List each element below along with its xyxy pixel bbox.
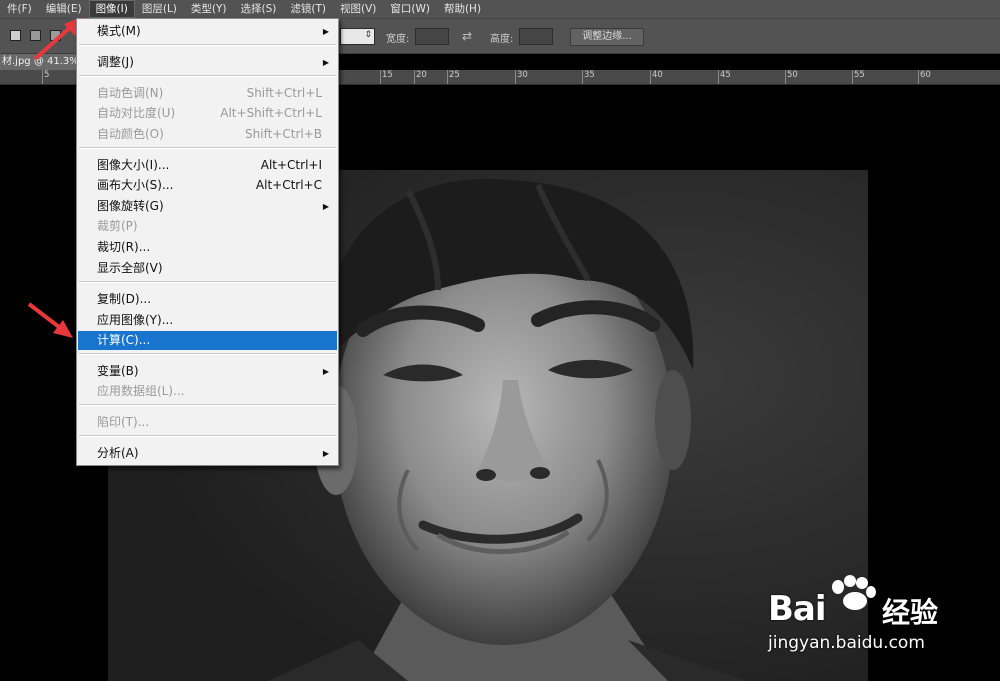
ruler-label: 15 [382, 70, 393, 80]
jingyan-text: 经验 [882, 596, 939, 629]
menu-item-auto-color: 自动颜色(O) Shift+Ctrl+B [78, 125, 337, 144]
menu-item-auto-contrast: 自动对比度(U) Alt+Shift+Ctrl+L [78, 104, 337, 123]
jingyan-url: jingyan.baidu.com [768, 633, 925, 653]
menu-item-calculations[interactable]: 计算(C)... [78, 331, 337, 350]
width-label: 宽度: [386, 34, 410, 45]
ruler-label: 25 [449, 70, 460, 80]
menu-item-apply-image[interactable]: 应用图像(Y)... [78, 311, 337, 330]
menu-item-auto-tone: 自动色调(N) Shift+Ctrl+L [78, 84, 337, 103]
menu-item-label: 图像大小(I)... [97, 158, 170, 172]
menu-divider [79, 353, 336, 355]
ruler-label: 45 [720, 70, 731, 80]
menu-item-label: 自动颜色(O) [97, 127, 164, 141]
menu-item-shortcut: Alt+Ctrl+C [255, 178, 322, 192]
refine-edge-button[interactable]: 调整边缘... [570, 28, 644, 46]
ruler-label: 40 [652, 70, 663, 80]
menu-image[interactable]: 图像(I) [88, 0, 135, 18]
menubar: 件(F) 编辑(E) 图像(I) 图层(L) 类型(Y) 选择(S) 滤镜(T)… [0, 0, 1000, 18]
submenu-arrow-icon: ▶ [322, 449, 329, 458]
menu-item-shortcut: Alt+Shift+Ctrl+L [220, 106, 322, 120]
menu-window[interactable]: 窗口(W) [383, 0, 437, 18]
menu-item-shortcut: Shift+Ctrl+L [246, 86, 322, 100]
menu-item-label: 应用图像(Y)... [97, 313, 174, 327]
menu-item-label: 裁剪(P) [97, 219, 138, 233]
menu-item-label: 复制(D)... [97, 292, 152, 306]
image-menu-dropdown: 模式(M) ▶ 调整(J) ▶ 自动色调(N) Shift+Ctrl+L 自动对比度(… [76, 18, 339, 466]
menu-item-label: 图像旋转(G) [97, 199, 164, 213]
menu-divider [79, 404, 336, 406]
menu-item-apply-data-set: 应用数据组(L)... [78, 382, 337, 401]
menu-item-analysis[interactable]: 分析(A) ▶ [78, 444, 337, 463]
menu-item-adjust[interactable]: 调整(J) ▶ [78, 53, 337, 72]
submenu-arrow-icon: ▶ [322, 202, 329, 211]
baidu-jingyan-watermark: Baidu 经验 jingyan.baidu.com [768, 575, 988, 665]
menu-item-label: 分析(A) [97, 446, 139, 460]
ruler-label: 35 [584, 70, 595, 80]
menu-item-trap: 陷印(T)... [78, 413, 337, 432]
ruler-label: 5 [44, 70, 50, 80]
menu-item-label: 自动色调(N) [97, 86, 164, 100]
menu-item-label: 画布大小(S)... [97, 178, 174, 192]
ruler-label: 55 [854, 70, 865, 80]
menu-item-label: 模式(M) [97, 24, 141, 38]
menu-item-label: 变量(B) [97, 364, 139, 378]
menu-item-reveal-all[interactable]: 显示全部(V) [78, 259, 337, 278]
baidu-logo-text: Bai [768, 589, 827, 629]
menu-item-label: 显示全部(V) [97, 261, 163, 275]
menu-item-label: 应用数据组(L)... [97, 384, 185, 398]
menu-item-label: 自动对比度(U) [97, 106, 176, 120]
menu-item-shortcut: Shift+Ctrl+B [245, 127, 322, 141]
menu-layer[interactable]: 图层(L) [135, 0, 184, 18]
menu-divider [79, 281, 336, 283]
menu-divider [79, 147, 336, 149]
submenu-arrow-icon: ▶ [322, 367, 329, 376]
menu-item-label: 裁切(R)... [97, 240, 151, 254]
menu-filter[interactable]: 滤镜(T) [283, 0, 333, 18]
ruler-label: 50 [787, 70, 798, 80]
submenu-arrow-icon: ▶ [322, 58, 329, 67]
menu-item-label: 计算(C)... [97, 333, 151, 347]
ruler-label: 20 [416, 70, 427, 80]
menu-item-mode[interactable]: 模式(M) ▶ [78, 22, 337, 41]
style-select[interactable]: ⇕ [340, 28, 375, 45]
menu-view[interactable]: 视图(V) [333, 0, 383, 18]
submenu-arrow-icon: ▶ [322, 27, 329, 36]
width-field[interactable] [415, 28, 449, 45]
new-selection-icon[interactable] [10, 30, 21, 41]
menu-help[interactable]: 帮助(H) [437, 0, 488, 18]
swap-icon[interactable]: ⇄ [462, 29, 472, 43]
menu-item-image-rotation[interactable]: 图像旋转(G) ▶ [78, 197, 337, 216]
menu-divider [79, 44, 336, 46]
baidu-logo: Baidu [768, 589, 862, 629]
menu-item-shortcut: Alt+Ctrl+I [260, 158, 322, 172]
menu-item-canvas-size[interactable]: 画布大小(S)... Alt+Ctrl+C [78, 176, 337, 195]
select-arrows-icon: ⇕ [364, 30, 372, 40]
menu-item-trim[interactable]: 裁切(R)... [78, 238, 337, 257]
menu-item-label: 陷印(T)... [97, 415, 150, 429]
menu-divider [79, 435, 336, 437]
menu-item-image-size[interactable]: 图像大小(I)... Alt+Ctrl+I [78, 156, 337, 175]
menu-item-label: 调整(J) [97, 55, 134, 69]
menu-select[interactable]: 选择(S) [234, 0, 284, 18]
ruler-label: 30 [517, 70, 528, 80]
menu-item-crop: 裁剪(P) [78, 217, 337, 236]
ruler-label: 60 [920, 70, 931, 80]
menu-divider [79, 75, 336, 77]
menu-item-duplicate[interactable]: 复制(D)... [78, 290, 337, 309]
annotation-arrow-calc-icon [27, 302, 73, 338]
menu-item-variables[interactable]: 变量(B) ▶ [78, 362, 337, 381]
height-label: 高度: [490, 34, 514, 45]
menu-type[interactable]: 类型(Y) [184, 0, 234, 18]
height-field[interactable] [519, 28, 553, 45]
